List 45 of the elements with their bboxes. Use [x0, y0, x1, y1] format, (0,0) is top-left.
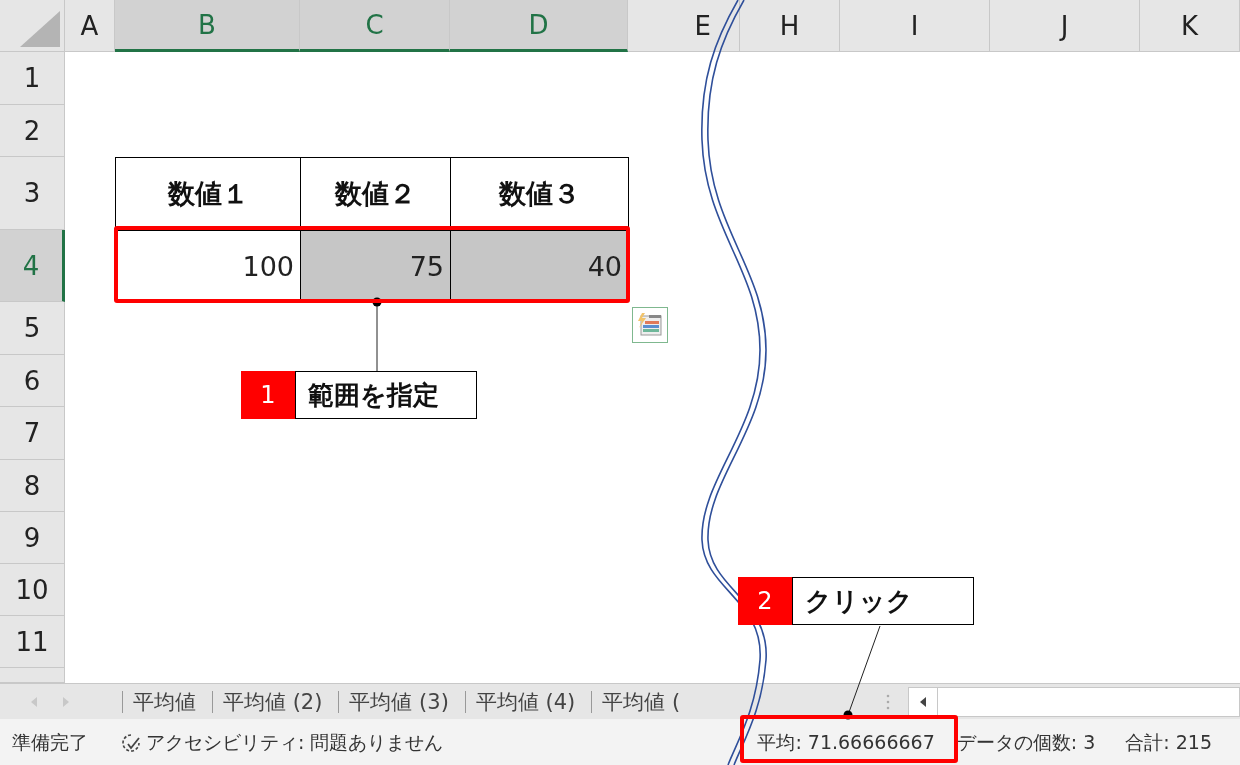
column-header[interactable]: E [628, 0, 740, 52]
scroll-left-icon[interactable] [30, 695, 38, 708]
callout-label: 範囲を指定 [295, 371, 477, 419]
row-header[interactable]: 8 [0, 460, 65, 512]
row-header[interactable]: 6 [0, 355, 65, 407]
average-value: 平均: 71.66666667 [757, 729, 935, 755]
accessibility-status[interactable]: アクセシビリティ: 問題ありません [146, 729, 444, 756]
column-header[interactable]: K [1140, 0, 1240, 52]
table-cell[interactable]: 40 [450, 230, 629, 302]
sheet-tab[interactable]: 平均値 (4) [471, 687, 580, 716]
status-text: 準備完了 [12, 729, 88, 755]
table-cell[interactable]: 75 [300, 230, 451, 302]
column-header[interactable]: C [300, 0, 450, 52]
drag-handle-icon[interactable] [886, 693, 890, 710]
column-header[interactable]: I [840, 0, 990, 52]
row-header[interactable]: 9 [0, 512, 65, 564]
column-header[interactable]: A [65, 0, 115, 52]
sheet-tab[interactable]: 平均値 [129, 687, 200, 716]
column-header[interactable]: J [990, 0, 1140, 52]
row-header[interactable]: 2 [0, 105, 65, 157]
accessibility-check-icon[interactable] [120, 731, 142, 754]
step-number-badge: 2 [738, 577, 792, 625]
sheet-tab[interactable]: 平均値 (2) [219, 687, 327, 716]
sheet-tab[interactable]: 平均値 (3) [345, 687, 453, 716]
select-all-corner[interactable] [0, 0, 65, 52]
count-value: データの個数: 3 [956, 729, 1096, 755]
column-header[interactable]: H [740, 0, 840, 52]
scroll-right-icon[interactable] [62, 695, 70, 708]
quick-analysis-icon[interactable] [632, 307, 668, 343]
sum-value: 合計: 215 [1125, 729, 1212, 755]
row-header[interactable]: 1 [0, 52, 65, 105]
column-header[interactable]: D [450, 0, 628, 52]
sheet-tab[interactable]: 平均値 ( [598, 687, 685, 716]
row-header[interactable]: 10 [0, 564, 65, 616]
caret-left-icon [919, 695, 927, 708]
row-header[interactable]: 3 [0, 157, 65, 230]
row-header[interactable]: 11 [0, 616, 65, 668]
step-number-badge: 1 [241, 371, 295, 419]
callout-label: クリック [792, 577, 974, 625]
horizontal-scrollbar[interactable] [908, 686, 1240, 717]
row-header[interactable]: 7 [0, 407, 65, 460]
row-header[interactable] [0, 668, 65, 683]
row-header[interactable]: 5 [0, 302, 65, 355]
row-header[interactable]: 4 [0, 230, 65, 302]
column-header[interactable]: B [115, 0, 300, 52]
